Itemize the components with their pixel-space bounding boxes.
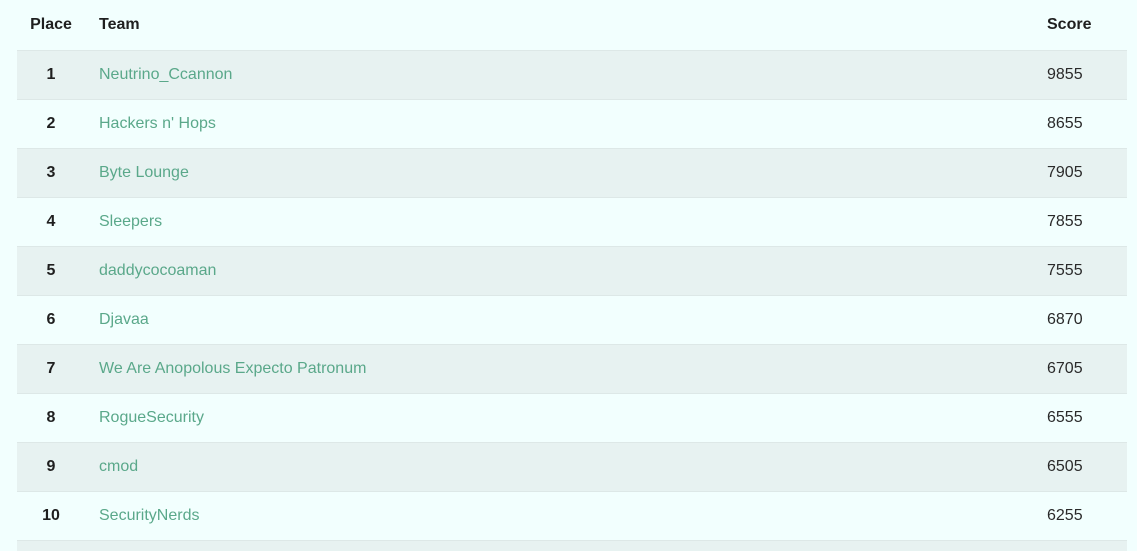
row-team-cell: cmod — [85, 458, 1047, 476]
row-score: 6555 — [1047, 409, 1083, 426]
team-link[interactable]: Byte Lounge — [99, 164, 189, 181]
row-place: 8 — [46, 409, 56, 426]
team-link[interactable]: Sleepers — [99, 213, 162, 230]
row-team-cell: RogueSecurity — [85, 409, 1047, 427]
table-row: 5 daddycocoaman 7555 — [17, 247, 1127, 296]
team-link[interactable]: RogueSecurity — [99, 409, 204, 426]
row-score: 8655 — [1047, 115, 1083, 132]
scoreboard-table: Place Team Score 1 Neutrino_Ccannon 9855… — [17, 0, 1127, 551]
row-place: 3 — [46, 164, 56, 181]
row-team-cell: Hackers n' Hops — [85, 115, 1047, 133]
table-row: 10 SecurityNerds 6255 — [17, 492, 1127, 541]
table-row: 1 Neutrino_Ccannon 9855 — [17, 51, 1127, 100]
row-place: 4 — [46, 213, 56, 230]
row-place: 5 — [46, 262, 56, 279]
table-row: 6 Djavaa 6870 — [17, 296, 1127, 345]
team-link[interactable]: Djavaa — [99, 311, 149, 328]
table-row: 7 We Are Anopolous Expecto Patronum 6705 — [17, 345, 1127, 394]
column-header-score[interactable]: Score — [1047, 16, 1127, 34]
row-score: 7855 — [1047, 213, 1083, 230]
row-score: 9855 — [1047, 66, 1083, 83]
row-place: 7 — [46, 360, 56, 377]
row-score: 6255 — [1047, 507, 1083, 524]
team-link[interactable]: SecurityNerds — [99, 507, 199, 524]
row-place: 1 — [46, 66, 56, 83]
row-team-cell: Djavaa — [85, 311, 1047, 329]
row-score: 6705 — [1047, 360, 1083, 377]
team-link[interactable]: Neutrino_Ccannon — [99, 66, 232, 83]
table-header-row: Place Team Score — [17, 0, 1127, 51]
team-link[interactable]: Hackers n' Hops — [99, 115, 216, 132]
table-row: 9 cmod 6505 — [17, 443, 1127, 492]
team-link[interactable]: cmod — [99, 458, 138, 475]
row-score: 6870 — [1047, 311, 1083, 328]
row-team-cell: We Are Anopolous Expecto Patronum — [85, 360, 1047, 378]
row-team-cell: Sleepers — [85, 213, 1047, 231]
column-header-team[interactable]: Team — [85, 16, 1047, 34]
team-link[interactable]: We Are Anopolous Expecto Patronum — [99, 360, 366, 377]
table-row: 8 RogueSecurity 6555 — [17, 394, 1127, 443]
row-place: 2 — [46, 115, 56, 132]
table-row-partial — [17, 541, 1127, 551]
row-place: 9 — [46, 458, 56, 475]
team-link[interactable]: daddycocoaman — [99, 262, 216, 279]
row-place: 10 — [42, 507, 60, 524]
column-header-place[interactable]: Place — [17, 16, 85, 34]
row-place: 6 — [46, 311, 56, 328]
row-team-cell: daddycocoaman — [85, 262, 1047, 280]
row-score: 7555 — [1047, 262, 1083, 279]
table-row: 4 Sleepers 7855 — [17, 198, 1127, 247]
table-row: 2 Hackers n' Hops 8655 — [17, 100, 1127, 149]
row-score: 6505 — [1047, 458, 1083, 475]
table-row: 3 Byte Lounge 7905 — [17, 149, 1127, 198]
row-team-cell: Byte Lounge — [85, 164, 1047, 182]
row-team-cell: Neutrino_Ccannon — [85, 66, 1047, 84]
row-team-cell: SecurityNerds — [85, 507, 1047, 525]
row-score: 7905 — [1047, 164, 1083, 181]
